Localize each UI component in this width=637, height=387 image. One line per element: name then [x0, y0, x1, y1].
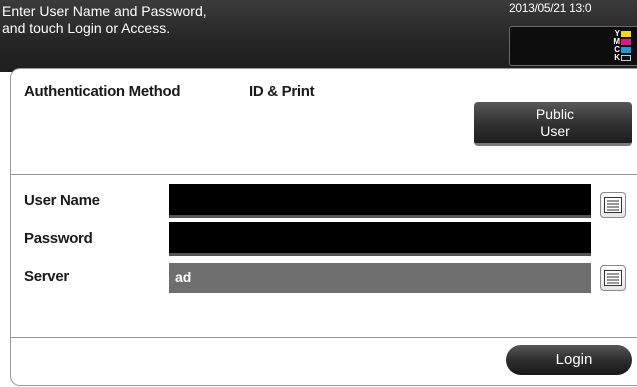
toner-black: K [609, 54, 631, 62]
login-screen: Enter User Name and Password, and touch … [0, 0, 637, 387]
toner-cyan-bar [621, 47, 631, 53]
keyboard-icon [604, 197, 622, 213]
password-field[interactable] [169, 222, 591, 256]
keyboard-icon [604, 270, 622, 286]
toner-yellow: Y [609, 30, 631, 38]
instruction-message: Enter User Name and Password, and touch … [2, 3, 207, 36]
user-name-label: User Name [24, 192, 100, 209]
password-label: Password [24, 230, 93, 247]
toner-magenta-bar [621, 39, 631, 45]
server-field[interactable]: ad [169, 263, 591, 293]
server-keyboard-button[interactable] [600, 265, 626, 291]
user-name-field[interactable] [169, 184, 591, 218]
authentication-method-value: ID & Print [249, 83, 315, 100]
public-user-button[interactable]: Public User [474, 102, 632, 146]
toner-status[interactable]: Y M C K [509, 26, 637, 66]
login-button[interactable]: Login [506, 345, 632, 375]
toner-yellow-bar [621, 31, 631, 37]
user-name-keyboard-button[interactable] [600, 192, 626, 218]
divider-bottom [10, 337, 637, 338]
toner-magenta: M [609, 38, 631, 46]
toner-cyan: C [609, 46, 631, 54]
toner-black-bar [621, 55, 631, 61]
divider-top [10, 174, 637, 175]
datetime-display: 2013/05/21 13:0 [509, 1, 592, 15]
server-label: Server [24, 268, 69, 285]
authentication-method-label: Authentication Method [24, 83, 181, 100]
